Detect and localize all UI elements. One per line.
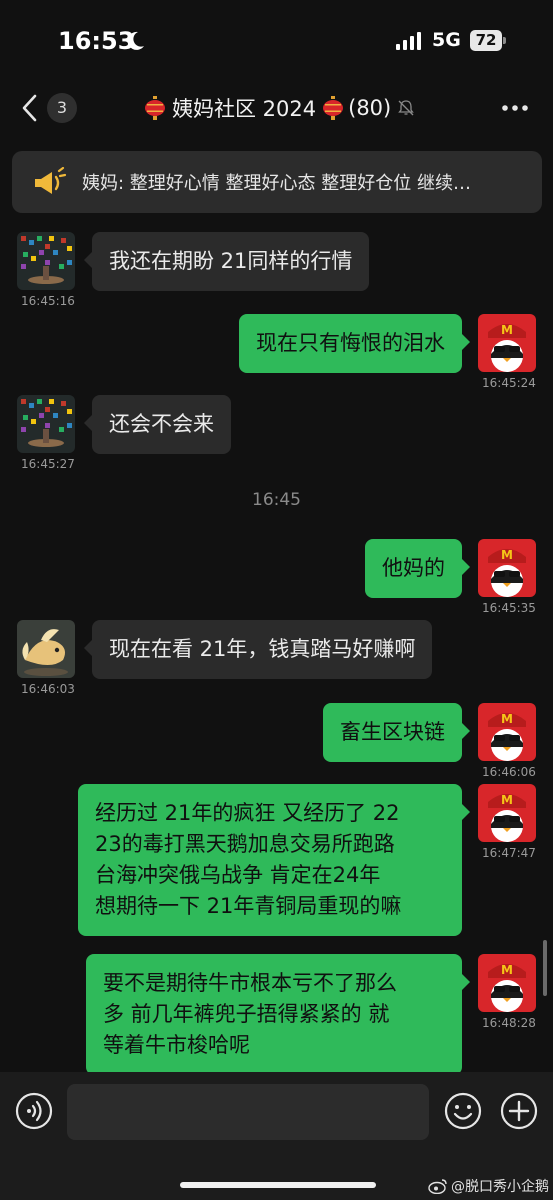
pinned-notice-text: 姨妈: 整理好心情 整理好心态 整理好仓位 继续… [82,173,471,194]
network-label: 5G [432,29,461,51]
voice-icon[interactable] [15,1092,53,1130]
home-indicator[interactable] [180,1182,376,1188]
message-bubble-outgoing[interactable]: 经历过 21年的疯狂 又经历了 22 23的毒打黑天鹅加息交易所跑路 台海冲突俄… [78,784,470,936]
lantern-icon [323,96,344,120]
time-divider: 16:45 [252,490,301,510]
more-icon[interactable] [500,98,530,118]
avatar-self-penguin[interactable]: M [478,539,536,597]
weibo-icon [428,1179,447,1194]
message-input[interactable] [67,1084,429,1140]
status-bar: 16:53 5G 72 [0,0,553,80]
chat-title[interactable]: 姨妈社区 2024 (80) [144,93,444,123]
unread-count-badge[interactable]: 3 [47,93,77,123]
message-line: 要不是期待牛市根本亏不了那么 [103,971,397,995]
message-timestamp: 16:46:03 [21,682,75,696]
pinned-notice[interactable]: 姨妈: 整理好心情 整理好心态 整理好仓位 继续… [12,151,542,213]
emoji-icon[interactable] [444,1092,482,1130]
message-line: 想期待一下 21年青铜局重现的嘛 [95,894,402,918]
moon-icon [127,31,144,50]
status-time: 16:53 [58,27,135,55]
svg-text:M: M [501,712,513,726]
mute-icon [398,100,415,116]
message-line: 台海冲突俄乌战争 肯定在24年 [95,863,381,887]
svg-text:M: M [501,548,513,562]
megaphone-icon [35,167,67,194]
watermark-text: @脱口秀小企鹅 [451,1179,549,1195]
watermark: @脱口秀小企鹅 [428,1176,549,1196]
avatar-sender-goldfish[interactable] [17,620,75,678]
message-line: 等着牛市梭哈呢 [103,1033,250,1057]
member-count: (80) [348,96,392,120]
avatar-sender-mosaic[interactable] [17,232,75,290]
message-list[interactable]: 16:45:16 我还在期盼 21同样的行情 M 16:45:24 现在只有悔恨… [0,222,553,1072]
message-timestamp: 16:45:27 [21,457,75,471]
battery-tip [503,37,506,44]
message-bubble-outgoing[interactable]: 畜生区块链 [323,703,470,762]
plus-icon[interactable] [500,1092,538,1130]
message-timestamp: 16:47:47 [482,846,536,860]
lantern-icon [145,96,165,120]
svg-text:M: M [501,793,513,807]
signal-icon [396,32,421,50]
message-bubble-outgoing[interactable]: 现在只有悔恨的泪水 [239,314,470,373]
message-bubble-incoming[interactable]: 还会不会来 [84,395,231,454]
battery-indicator: 72 [470,30,506,51]
scrollbar[interactable] [543,940,547,996]
message-bubble-incoming[interactable]: 我还在期盼 21同样的行情 [83,232,370,291]
avatar-self-penguin[interactable]: M [478,784,536,842]
message-bubble-incoming[interactable]: 现在在看 21年，钱真踏马好赚啊 [83,620,433,679]
back-icon[interactable] [20,94,38,122]
message-timestamp: 16:48:28 [482,1016,536,1030]
avatar-self-penguin[interactable]: M [478,954,536,1012]
message-timestamp: 16:45:24 [482,376,536,390]
message-bubble-outgoing[interactable]: 要不是期待牛市根本亏不了那么 多 前几年裤兜子捂得紧紧的 就 等着牛市梭哈呢 [86,954,470,1072]
avatar-self-penguin[interactable]: M [478,703,536,761]
avatar-self-penguin[interactable]: M [478,314,536,372]
message-line: 23的毒打黑天鹅加息交易所跑路 [95,832,395,856]
message-line: 经历过 21年的疯狂 又经历了 22 [95,801,400,825]
svg-text:M: M [501,323,513,337]
battery-level: 72 [470,30,502,51]
avatar-sender-mosaic[interactable] [17,395,75,453]
message-line: 多 前几年裤兜子捂得紧紧的 就 [103,1002,390,1026]
svg-text:M: M [501,963,513,977]
message-timestamp: 16:45:35 [482,601,536,615]
message-bubble-outgoing[interactable]: 他妈的 [365,539,470,598]
message-timestamp: 16:46:06 [482,765,536,779]
chat-header: 3 姨妈社区 2024 (80) [0,82,553,134]
message-timestamp: 16:45:16 [21,294,75,308]
chat-title-text: 姨妈社区 2024 [172,97,317,121]
